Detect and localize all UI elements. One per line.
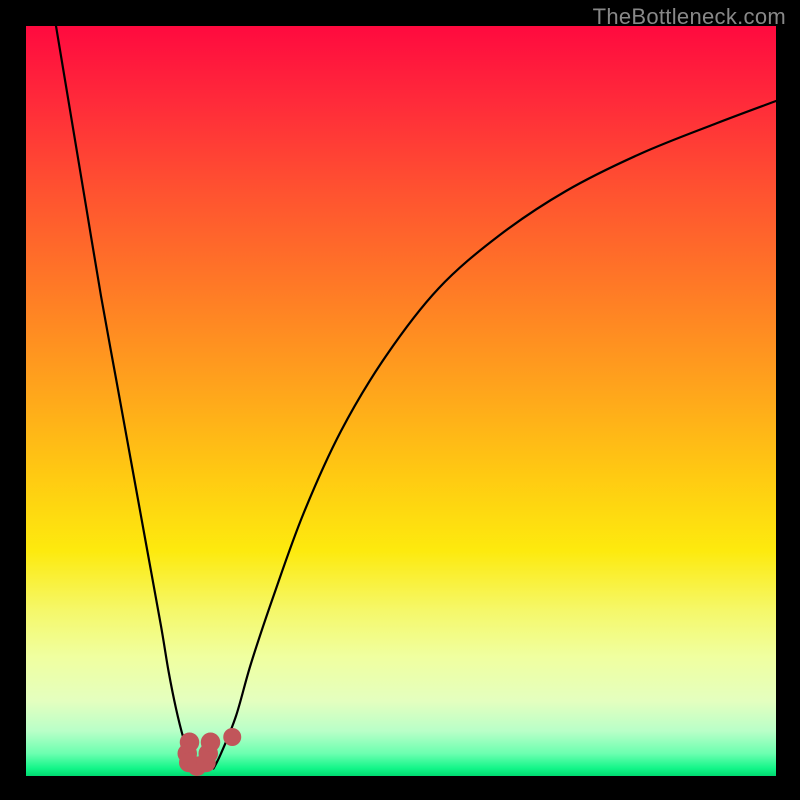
right-curve bbox=[214, 101, 777, 769]
valley-right-top bbox=[201, 733, 221, 752]
left-curve bbox=[56, 26, 199, 769]
watermark-text: TheBottleneck.com bbox=[593, 4, 786, 30]
chart-frame: TheBottleneck.com bbox=[0, 0, 800, 800]
isolated-dot bbox=[223, 728, 241, 746]
plot-area bbox=[26, 26, 776, 776]
curves-layer bbox=[26, 26, 776, 776]
